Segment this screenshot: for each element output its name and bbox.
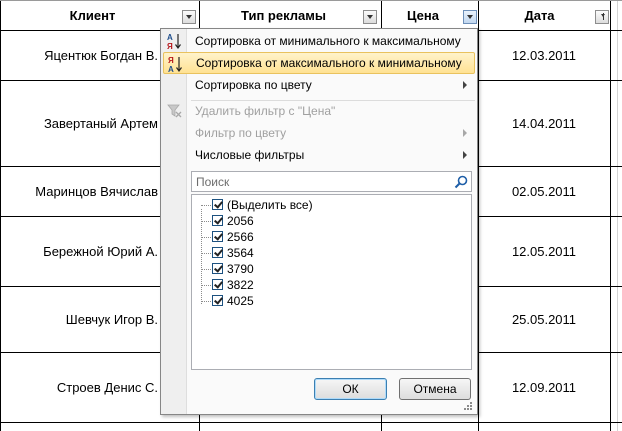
value-label: 3564 — [227, 246, 254, 260]
sort-by-color-label: Сортировка по цвету — [195, 78, 312, 92]
tree-connector — [201, 285, 211, 286]
client-cell[interactable]: Бережной Юрий А. — [0, 217, 160, 286]
cancel-button[interactable]: Отмена — [399, 378, 471, 400]
client-cell[interactable]: Строев Денис С. — [0, 353, 160, 422]
value-label: 2566 — [227, 230, 254, 244]
values-checkbox-list: (Выделить все) 2056 2566 3564 3790 3822 — [191, 194, 472, 370]
svg-text:Я: Я — [167, 42, 173, 51]
filter-by-color-label: Фильтр по цвету — [195, 126, 287, 140]
header-price-label: Цена — [407, 7, 439, 23]
value-item[interactable]: 3822 — [192, 277, 471, 293]
value-checkbox[interactable] — [212, 199, 223, 210]
tree-connector — [201, 301, 211, 302]
header-date-label: Дата — [524, 7, 555, 23]
client-cell[interactable]: Маринцов Вячислав — [0, 167, 160, 216]
sort-ascending-label: Сортировка от минимального к максимально… — [195, 34, 461, 48]
date-filter-sort-button[interactable] — [595, 10, 609, 24]
header-ad-type-label: Тип рекламы — [241, 7, 326, 23]
menu-item-sort-by-color[interactable]: Сортировка по цвету — [163, 74, 475, 96]
date-cell[interactable]: 12.03.2011 — [478, 31, 610, 80]
value-item[interactable]: 2566 — [192, 229, 471, 245]
resize-grip-icon[interactable] — [463, 401, 473, 411]
header-client-label: Клиент — [69, 7, 116, 23]
value-item[interactable]: 4025 — [192, 293, 471, 309]
sort-descending-label: Сортировка от максимального к минимально… — [196, 56, 462, 70]
date-cell[interactable]: 12.09.2011 — [478, 353, 610, 422]
search-input[interactable] — [192, 172, 448, 191]
menu-item-sort-ascending[interactable]: А Я Сортировка от минимального к максима… — [163, 30, 475, 52]
value-label: (Выделить все) — [227, 198, 313, 212]
svg-text:А: А — [168, 65, 174, 74]
row-border — [0, 422, 622, 423]
value-checkbox[interactable] — [212, 215, 223, 226]
menu-item-filter-by-color[interactable]: Фильтр по цвету — [163, 122, 475, 144]
sort-descending-icon: Я А — [168, 56, 182, 74]
submenu-arrow-icon — [463, 129, 467, 137]
tree-connector — [201, 269, 211, 270]
value-checkbox[interactable] — [212, 279, 223, 290]
date-cell[interactable]: 25.05.2011 — [478, 287, 610, 352]
number-filters-label: Числовые фильтры — [195, 148, 305, 162]
tree-connector — [201, 221, 211, 222]
value-checkbox[interactable] — [212, 263, 223, 274]
client-cell[interactable]: Шевчук Игор В. — [0, 287, 160, 352]
value-item[interactable]: 3790 — [192, 261, 471, 277]
date-cell[interactable]: 14.04.2011 — [478, 81, 610, 166]
sort-ascending-icon: А Я — [167, 33, 181, 51]
date-cell[interactable]: 12.05.2011 — [478, 217, 610, 286]
header-date: Дата — [479, 0, 610, 30]
autofilter-dropdown: А Я Сортировка от минимального к максима… — [160, 28, 478, 415]
search-box[interactable] — [191, 171, 472, 192]
search-icon[interactable] — [453, 174, 469, 190]
value-item[interactable]: 2056 — [192, 213, 471, 229]
value-checkbox[interactable] — [212, 231, 223, 242]
value-checkbox[interactable] — [212, 295, 223, 306]
value-item[interactable]: 3564 — [192, 245, 471, 261]
tree-connector — [201, 253, 211, 254]
value-label: 2056 — [227, 214, 254, 228]
submenu-arrow-icon — [463, 151, 467, 159]
header-client: Клиент — [0, 0, 199, 30]
clear-filter-label: Удалить фильтр с "Цена" — [195, 104, 336, 118]
date-cell[interactable]: 02.05.2011 — [478, 167, 610, 216]
tree-connector — [201, 237, 211, 238]
menu-item-sort-descending[interactable]: Я А Сортировка от максимального к минима… — [163, 52, 475, 74]
value-label: 3790 — [227, 262, 254, 276]
svg-text:Я: Я — [168, 56, 174, 65]
value-label: 4025 — [227, 294, 254, 308]
tree-connector — [201, 205, 211, 206]
price-filter-button[interactable] — [463, 10, 477, 24]
client-filter-button[interactable] — [182, 10, 196, 24]
value-label: 3822 — [227, 278, 254, 292]
menu-item-clear-filter[interactable]: Удалить фильтр с "Цена" — [163, 100, 475, 122]
ok-button[interactable]: ОК — [314, 378, 387, 400]
value-item-select-all[interactable]: (Выделить все) — [192, 197, 471, 213]
menu-item-number-filters[interactable]: Числовые фильтры — [163, 144, 475, 166]
submenu-arrow-icon — [463, 81, 467, 89]
value-checkbox[interactable] — [212, 247, 223, 258]
client-cell[interactable]: Яцентюк Богдан В. — [0, 31, 160, 80]
header-ad-type: Тип рекламы — [200, 0, 381, 30]
clear-filter-icon — [167, 104, 182, 118]
svg-text:А: А — [167, 33, 173, 42]
ad-type-filter-button[interactable] — [363, 10, 377, 24]
client-cell[interactable]: Завертаный Артем — [0, 81, 160, 166]
